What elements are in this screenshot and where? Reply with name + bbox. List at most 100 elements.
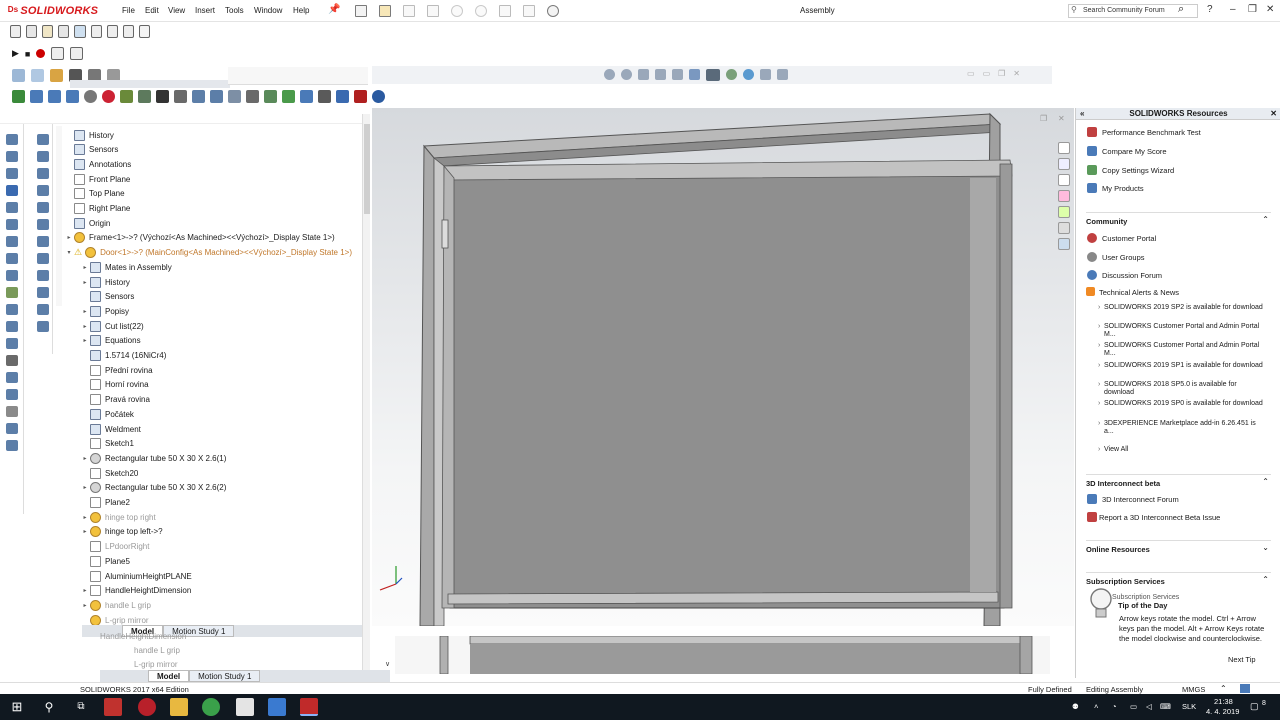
previous-view-icon[interactable] bbox=[638, 69, 649, 80]
viewport-close-small-icon[interactable]: ✕ bbox=[1058, 114, 1065, 123]
tool-3-icon[interactable] bbox=[5, 168, 18, 179]
weld-bead-icon[interactable] bbox=[102, 90, 115, 103]
tree-item[interactable]: Sensors bbox=[64, 143, 118, 157]
undo-icon[interactable] bbox=[451, 5, 463, 17]
tree-item[interactable]: Annotations bbox=[64, 157, 131, 171]
mate-icon[interactable] bbox=[26, 25, 38, 38]
insert-component-icon[interactable] bbox=[10, 25, 22, 38]
tree-scrollbar-thumb[interactable] bbox=[364, 124, 370, 214]
line-icon[interactable] bbox=[50, 69, 63, 82]
tree-scrollbar[interactable] bbox=[362, 114, 370, 670]
viewport-restore-small-icon[interactable]: ❐ bbox=[1040, 114, 1047, 123]
sketch-tool-7-icon[interactable] bbox=[36, 236, 49, 247]
search-scope-icon[interactable]: ⚲ bbox=[1071, 5, 1077, 14]
search-taskbar-icon[interactable]: ⚲ bbox=[40, 698, 58, 716]
tree-item[interactable]: ▾ ⚠ Door<1>->? (MainConfig<As Machined><<V… bbox=[64, 246, 352, 260]
expand-toggle-icon[interactable]: ▸ bbox=[80, 279, 90, 286]
show-hidden-icon[interactable] bbox=[90, 25, 102, 38]
tree-item[interactable]: Origin bbox=[64, 216, 110, 230]
subscription-section-header[interactable]: Subscription Services ⌃ bbox=[1086, 572, 1271, 586]
sum-icon[interactable] bbox=[156, 90, 169, 103]
tool-19-icon[interactable] bbox=[5, 440, 18, 451]
solidworks-launcher-icon[interactable] bbox=[138, 698, 156, 716]
news-item[interactable]: SOLIDWORKS Customer Portal and Admin Por… bbox=[1098, 342, 1264, 358]
performance-benchmark-link[interactable]: Performance Benchmark Test bbox=[1102, 128, 1201, 137]
move-component-icon[interactable] bbox=[74, 25, 86, 38]
hide-show-items-icon[interactable] bbox=[726, 69, 737, 80]
viewport-split-icon[interactable]: ▭ bbox=[967, 69, 975, 78]
trim-extend-icon[interactable] bbox=[48, 90, 61, 103]
menu-tools[interactable]: Tools bbox=[225, 6, 244, 15]
compare-score-link[interactable]: Compare My Score bbox=[1102, 147, 1167, 156]
secondary-graphics-view[interactable] bbox=[395, 636, 1050, 674]
tool-8-icon[interactable] bbox=[5, 253, 18, 264]
zoom-to-fit-icon[interactable] bbox=[604, 69, 615, 80]
tool-17-icon[interactable] bbox=[5, 406, 18, 417]
battery-icon[interactable]: ▭ bbox=[1130, 702, 1137, 711]
tree-item[interactable]: Sensors bbox=[80, 290, 134, 304]
point-icon[interactable] bbox=[246, 90, 259, 103]
reference-icon[interactable] bbox=[228, 90, 241, 103]
expand-toggle-icon[interactable]: ▸ bbox=[80, 602, 90, 609]
sketch-tool-8-icon[interactable] bbox=[36, 253, 49, 264]
solidworks-active-icon[interactable] bbox=[300, 698, 318, 716]
tree-item[interactable]: ▸ Frame<1>->? (Výchozí<As Machined><<Vých… bbox=[64, 231, 335, 245]
chrome-icon[interactable] bbox=[202, 698, 220, 716]
help-button[interactable]: ? bbox=[1207, 4, 1213, 15]
tool-13-icon[interactable] bbox=[5, 338, 18, 349]
tree-item[interactable]: ▸ Cut list(22) bbox=[80, 319, 144, 333]
chevron-up-icon[interactable]: ⌃ bbox=[1262, 215, 1269, 224]
view-palette-icon[interactable] bbox=[1058, 190, 1070, 202]
tree-item[interactable]: Front Plane bbox=[64, 172, 130, 186]
smart-dimension-icon[interactable] bbox=[31, 69, 44, 82]
tree-item[interactable]: AluminiumHeightPLANE bbox=[80, 569, 192, 583]
redo-icon[interactable] bbox=[475, 5, 487, 17]
tree-item[interactable]: Top Plane bbox=[64, 187, 125, 201]
save-icon[interactable] bbox=[403, 5, 415, 17]
home-icon[interactable] bbox=[1058, 142, 1070, 154]
tree-item[interactable]: ▸ Popisy bbox=[80, 304, 129, 318]
evaluate-icon[interactable] bbox=[318, 90, 331, 103]
tool-7-icon[interactable] bbox=[5, 236, 18, 247]
news-item[interactable]: SOLIDWORKS 2019 SP0 is available for dow… bbox=[1098, 400, 1264, 408]
view-settings-icon[interactable] bbox=[777, 69, 788, 80]
cut-icon[interactable] bbox=[174, 90, 187, 103]
sketch-tool-12-icon[interactable] bbox=[36, 321, 49, 332]
check-entity-icon[interactable] bbox=[336, 90, 349, 103]
tree-item[interactable]: Přední rovina bbox=[80, 363, 153, 377]
graphics-area[interactable]: ❐ ✕ bbox=[372, 108, 1074, 626]
sketch-tool-2-icon[interactable] bbox=[36, 151, 49, 162]
chevron-up-icon[interactable]: ⌃ bbox=[1262, 575, 1269, 584]
scroll-down-icon[interactable]: ∨ bbox=[385, 660, 390, 668]
tool-10-icon[interactable] bbox=[5, 287, 18, 298]
tab-motion-study-lower[interactable]: Motion Study 1 bbox=[189, 670, 261, 682]
expand-toggle-icon[interactable]: ▸ bbox=[80, 323, 90, 330]
assembly-features-icon[interactable] bbox=[106, 25, 118, 38]
my-products-link[interactable]: My Products bbox=[1102, 184, 1144, 193]
forum-icon[interactable] bbox=[1058, 238, 1070, 250]
interference-icon[interactable] bbox=[354, 90, 367, 103]
news-item[interactable]: SOLIDWORKS Customer Portal and Admin Por… bbox=[1098, 323, 1264, 339]
tree-item[interactable]: Weldment bbox=[80, 422, 141, 436]
network-icon[interactable]: ◔ bbox=[1112, 702, 1117, 711]
tree-item[interactable]: ▸ Equations bbox=[80, 334, 141, 348]
end-cap-icon[interactable] bbox=[66, 90, 79, 103]
tool-9-icon[interactable] bbox=[5, 270, 18, 281]
tree-item[interactable]: ▸ hinge top right bbox=[80, 510, 156, 524]
gusset-icon[interactable] bbox=[84, 90, 97, 103]
feature-icon[interactable] bbox=[120, 90, 133, 103]
app-icon[interactable] bbox=[268, 698, 286, 716]
custom-properties-icon[interactable] bbox=[1058, 222, 1070, 234]
tree-item[interactable]: Pravá rovina bbox=[80, 393, 150, 407]
smart-fasteners-icon[interactable] bbox=[58, 25, 70, 38]
customer-portal-link[interactable]: Customer Portal bbox=[1102, 234, 1156, 243]
language-indicator[interactable]: SLK bbox=[1182, 702, 1196, 711]
discussion-forum-link[interactable]: Discussion Forum bbox=[1102, 271, 1162, 280]
tree-item[interactable]: ▸ History bbox=[80, 275, 130, 289]
move-face-icon[interactable] bbox=[282, 90, 295, 103]
edit-macro-icon[interactable] bbox=[70, 47, 84, 60]
unit-system[interactable]: MMGS bbox=[1182, 685, 1205, 694]
news-item[interactable]: SOLIDWORKS 2018 SP5.0 is available for d… bbox=[1098, 381, 1264, 397]
tool-5-icon[interactable] bbox=[5, 202, 18, 213]
news-item[interactable]: SOLIDWORKS 2019 SP2 is available for dow… bbox=[1098, 304, 1264, 312]
